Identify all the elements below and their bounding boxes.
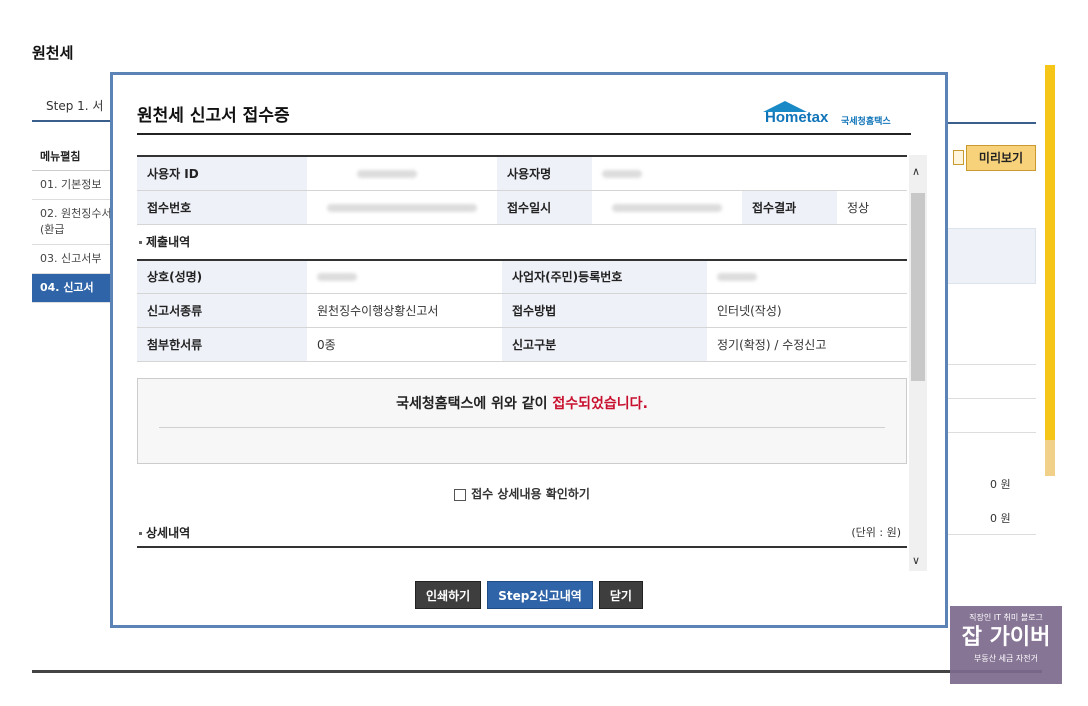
scroll-thumb[interactable]	[911, 193, 925, 381]
table-row: 첨부한서류 0종 신고구분 정기(확정) / 수정신고	[137, 327, 907, 362]
attach-value: 0종	[307, 327, 502, 362]
company-label: 상호(성명)	[137, 259, 307, 294]
blog-watermark: 직장인 IT 취미 블로그 잡 가이버 부동산 세금 자전거	[950, 606, 1062, 684]
menu-toggle[interactable]: 메뉴펼침	[32, 143, 116, 171]
receipt-date-value	[592, 190, 742, 225]
document-icon	[953, 150, 964, 165]
modal-button-row: 인쇄하기 Step2신고내역 닫기	[113, 581, 945, 609]
row-divider	[946, 398, 1036, 399]
receipt-content: 사용자 ID 사용자명 접수번호 접수일시 접수결과 정상 제출내역 상호(성명…	[137, 155, 907, 566]
company-value	[307, 259, 502, 294]
page-title: 원천세	[32, 44, 74, 62]
preview-label: 미리보기	[978, 151, 1024, 165]
detail-section-title: 상세내역	[137, 520, 907, 546]
report-type-label: 신고서종류	[137, 293, 307, 328]
attach-label: 첨부한서류	[137, 327, 307, 362]
right-divider	[946, 122, 1036, 124]
side-quick-bar-lower	[1045, 440, 1055, 476]
scroll-down-icon[interactable]: ∨	[912, 554, 920, 567]
step-label: Step 1. 서	[46, 99, 104, 113]
side-quick-bar[interactable]	[1045, 65, 1055, 475]
receipt-date-label: 접수일시	[497, 190, 592, 225]
scroll-up-icon[interactable]: ∧	[912, 165, 920, 178]
notice-box: 국세청홈택스에 위와 같이 접수되었습니다.	[137, 378, 907, 464]
confirm-checkbox[interactable]	[454, 488, 467, 501]
notice-highlight: 접수되었습니다.	[552, 396, 648, 412]
table-row: 사용자 ID 사용자명	[137, 156, 907, 191]
side-menu: 메뉴펼침 01. 기본정보 02. 원천징수서(환급 03. 신고서부 04. …	[32, 143, 116, 303]
vertical-scrollbar[interactable]: ∧ ∨	[909, 155, 927, 571]
bullet-icon	[139, 532, 142, 535]
user-name-label: 사용자명	[497, 156, 592, 191]
title-divider	[137, 133, 911, 135]
row-divider	[946, 432, 1036, 433]
summary-box	[946, 228, 1036, 284]
method-label: 접수방법	[502, 293, 707, 328]
watermark-bottom: 부동산 세금 자전거	[974, 654, 1038, 663]
row-divider	[946, 364, 1036, 365]
notice-prefix: 국세청홈택스에 위와 같이	[396, 396, 553, 412]
user-name-value	[592, 156, 907, 191]
method-value: 인터넷(작성)	[707, 293, 907, 328]
detail-unit: (단위 : 원)	[851, 526, 901, 539]
detail-section-header: 상세내역 (단위 : 원)	[137, 520, 907, 546]
print-button[interactable]: 인쇄하기	[415, 581, 482, 609]
receipt-no-label: 접수번호	[137, 190, 307, 225]
table-row: 신고서종류 원천징수이행상황신고서 접수방법 인터넷(작성)	[137, 293, 907, 328]
submission-section-title: 제출내역	[137, 225, 907, 259]
menu-item-report[interactable]: 04. 신고서	[32, 274, 116, 303]
biz-no-label: 사업자(주민)등록번호	[502, 259, 707, 294]
user-id-label: 사용자 ID	[137, 156, 307, 191]
footer-divider	[32, 670, 1042, 673]
row-divider	[946, 534, 1036, 535]
receipt-modal: 원천세 신고서 접수증 Hometax 국세청홈택스 사용자 ID 사용자명 접…	[110, 72, 948, 628]
modal-title: 원천세 신고서 접수증	[137, 106, 290, 126]
category-label: 신고구분	[502, 327, 707, 362]
receipt-scroll-area[interactable]: 사용자 ID 사용자명 접수번호 접수일시 접수결과 정상 제출내역 상호(성명…	[137, 155, 927, 571]
amount-value: 0 원	[990, 478, 1011, 491]
menu-item-basic-info[interactable]: 01. 기본정보	[32, 171, 116, 200]
confirm-label[interactable]: 접수 상세내용 확인하기	[471, 487, 590, 501]
receipt-table: 사용자 ID 사용자명 접수번호 접수일시 접수결과 정상	[137, 155, 907, 225]
report-type-value: 원천징수이행상황신고서	[307, 293, 502, 328]
logo-text: Hometax	[765, 109, 829, 126]
menu-item-attachment[interactable]: 03. 신고서부	[32, 245, 116, 274]
table-row: 접수번호 접수일시 접수결과 정상	[137, 190, 907, 225]
hometax-logo: Hometax 국세청홈택스	[763, 101, 913, 127]
result-value: 정상	[837, 190, 907, 225]
step2-button[interactable]: Step2신고내역	[487, 581, 593, 609]
confirm-detail-row[interactable]: 접수 상세내용 확인하기	[137, 482, 907, 506]
step-divider	[32, 120, 116, 122]
result-label: 접수결과	[742, 190, 837, 225]
close-button[interactable]: 닫기	[598, 581, 643, 609]
user-id-value	[307, 156, 497, 191]
category-value: 정기(확정) / 수정신고	[707, 327, 907, 362]
receipt-no-value	[307, 190, 497, 225]
preview-button[interactable]: 미리보기	[953, 145, 1036, 171]
detail-table-top	[137, 546, 907, 566]
notice-text: 국세청홈택스에 위와 같이 접수되었습니다.	[138, 379, 906, 413]
submission-table: 상호(성명) 사업자(주민)등록번호 신고서종류 원천징수이행상황신고서 접수방…	[137, 258, 907, 362]
watermark-top: 직장인 IT 취미 블로그	[969, 613, 1043, 622]
menu-item-withholding[interactable]: 02. 원천징수서(환급	[32, 200, 116, 245]
table-row: 상호(성명) 사업자(주민)등록번호	[137, 259, 907, 294]
watermark-main: 잡 가이버	[961, 625, 1051, 650]
logo-korean: 국세청홈택스	[841, 117, 891, 127]
amount-value: 0 원	[990, 512, 1011, 525]
bullet-icon	[139, 240, 142, 244]
biz-no-value	[707, 259, 907, 294]
notice-divider	[159, 427, 885, 428]
